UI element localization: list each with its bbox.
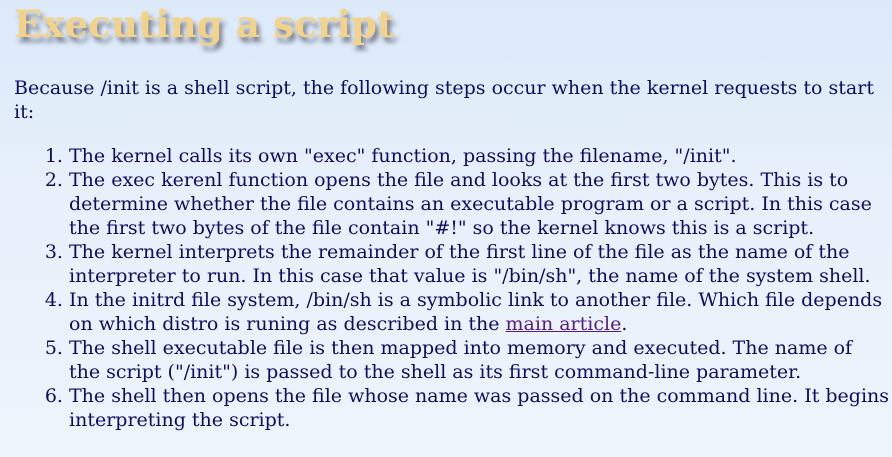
step-text: The exec kerenl function opens the file …	[69, 169, 872, 239]
steps-list: The kernel calls its own "exec" function…	[14, 144, 889, 432]
list-item: In the initrd file system, /bin/sh is a …	[69, 288, 889, 336]
list-item: The shell then opens the file whose name…	[69, 384, 889, 432]
main-article-link[interactable]: main article	[506, 313, 622, 335]
list-item: The kernel interprets the remainder of t…	[69, 240, 889, 288]
step-text-end: .	[621, 313, 628, 335]
page: Executing a script Because /init is a sh…	[0, 0, 892, 457]
step-text: In the initrd file system, /bin/sh is a …	[69, 289, 883, 335]
list-item: The kernel calls its own "exec" function…	[69, 144, 889, 168]
step-text: The kernel calls its own "exec" function…	[69, 145, 737, 167]
list-item: The exec kerenl function opens the file …	[69, 168, 889, 240]
step-text: The shell executable file is then mapped…	[69, 337, 853, 383]
intro-paragraph: Because /init is a shell script, the fol…	[14, 77, 874, 123]
step-text: The kernel interprets the remainder of t…	[69, 241, 871, 287]
section-heading: Executing a script	[14, 2, 395, 46]
list-item: The shell executable file is then mapped…	[69, 336, 889, 384]
step-text: The shell then opens the file whose name…	[69, 385, 890, 431]
